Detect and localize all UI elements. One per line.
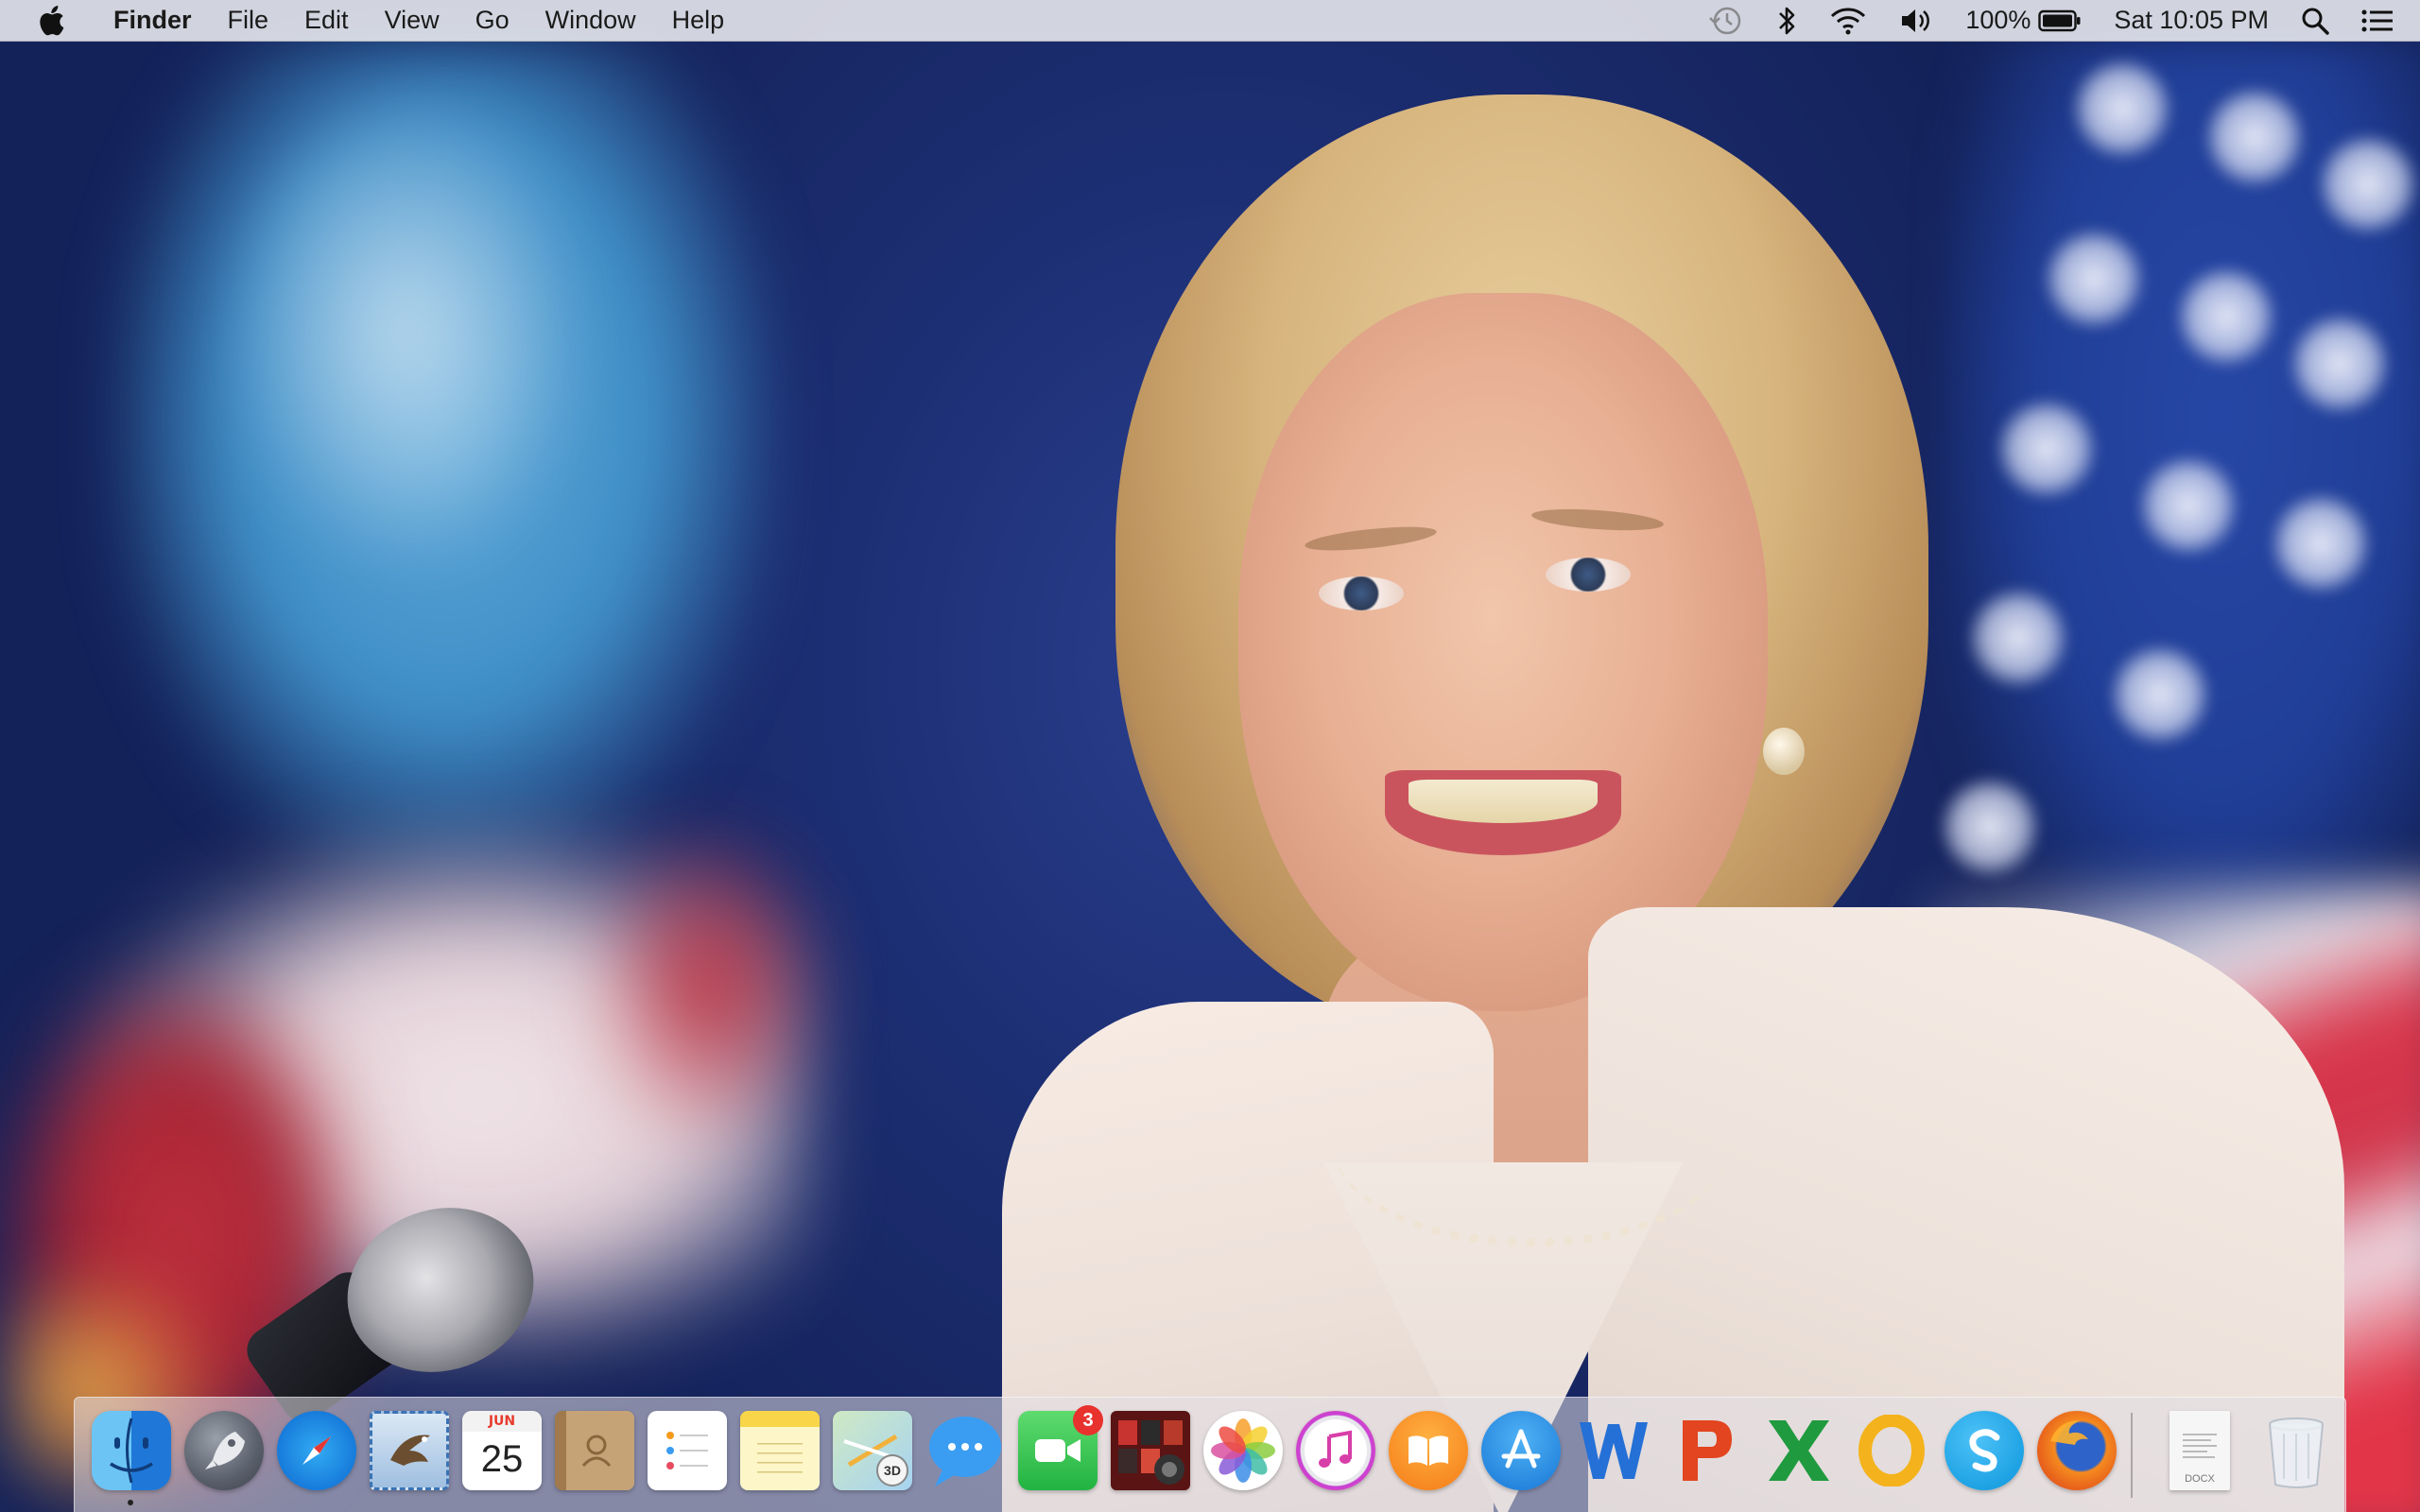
firefox-icon[interactable] [2037, 1411, 2117, 1490]
messages-icon[interactable] [925, 1411, 1005, 1490]
wallpaper-star [2203, 85, 2307, 189]
wallpaper-star [2316, 132, 2420, 236]
powerpoint-icon[interactable] [1667, 1411, 1746, 1490]
wallpaper-person-earring [1763, 728, 1805, 775]
wallpaper-person-teeth [1409, 780, 1598, 823]
maps-3d-label: 3D [876, 1454, 908, 1486]
word-icon[interactable] [1574, 1411, 1653, 1490]
wallpaper-star [1966, 586, 2070, 690]
spotlight-search-icon[interactable] [2301, 7, 2329, 35]
wallpaper-person-eye [1319, 576, 1404, 610]
battery-icon[interactable] [2038, 9, 2082, 32]
wallpaper-star [2269, 491, 2373, 595]
trash-icon[interactable] [2256, 1411, 2336, 1490]
menu-bar-status: 100% Sat 10:05 PM [1676, 5, 2394, 37]
maps-icon[interactable]: 3D [833, 1411, 912, 1490]
ibooks-icon[interactable] [1389, 1411, 1468, 1490]
docx-label: DOCX [2185, 1473, 2215, 1485]
wallpaper-star [2108, 643, 2212, 747]
menu-clock[interactable]: Sat 10:05 PM [2114, 6, 2269, 35]
contacts-icon[interactable] [555, 1411, 634, 1490]
docx-file-icon[interactable]: DOCX [2169, 1411, 2230, 1490]
photos-icon[interactable] [1203, 1411, 1283, 1490]
battery-percent[interactable]: 100% [1965, 6, 2031, 35]
mail-icon[interactable] [370, 1411, 449, 1490]
volume-icon[interactable] [1899, 7, 1933, 35]
menu-file[interactable]: File [228, 6, 269, 35]
dock-separator [2131, 1413, 2133, 1498]
wallpaper-star [2070, 57, 2174, 161]
apple-icon[interactable] [38, 5, 64, 36]
menu-bar: Finder File Edit View Go Window Help 100… [0, 0, 2420, 42]
wallpaper-person-eye [1546, 558, 1631, 592]
wallpaper-flag-red-2 [586, 813, 832, 1153]
menu-app-finder[interactable]: Finder [113, 6, 192, 35]
wallpaper-person-face [1238, 293, 1768, 1011]
launchpad-icon[interactable] [184, 1411, 264, 1490]
wallpaper-star [2174, 265, 2278, 369]
menu-bar-left: Finder File Edit View Go Window Help [38, 5, 760, 36]
app-store-icon[interactable] [1481, 1411, 1561, 1490]
photo-booth-icon[interactable] [1111, 1411, 1190, 1490]
facetime-icon[interactable]: 3 [1018, 1405, 1103, 1490]
menu-window[interactable]: Window [545, 6, 636, 35]
itunes-icon[interactable] [1296, 1411, 1375, 1490]
finder-icon[interactable] [92, 1411, 171, 1490]
facetime-badge: 3 [1073, 1405, 1103, 1435]
dock: JUN 25 3D 3 DOCX [74, 1397, 2346, 1512]
safari-icon[interactable] [277, 1411, 356, 1490]
running-indicator [128, 1500, 133, 1505]
menu-view[interactable]: View [385, 6, 440, 35]
calendar-icon[interactable]: JUN 25 [462, 1411, 542, 1490]
wallpaper-flag-emblem [208, 66, 605, 595]
menu-go[interactable]: Go [475, 6, 510, 35]
bluetooth-icon[interactable] [1776, 5, 1797, 37]
wallpaper-star [2288, 312, 2392, 416]
menu-help[interactable]: Help [672, 6, 725, 35]
wifi-icon[interactable] [1829, 7, 1867, 35]
notes-icon[interactable] [740, 1411, 820, 1490]
time-machine-icon[interactable] [1708, 5, 1744, 37]
skype-icon[interactable] [1945, 1411, 2024, 1490]
menu-edit[interactable]: Edit [304, 6, 349, 35]
excel-icon[interactable] [1759, 1411, 1839, 1490]
desktop-wallpaper [0, 0, 2420, 1512]
wallpaper-person-necklace [1333, 1040, 1730, 1247]
wallpaper-star [2136, 454, 2240, 558]
wallpaper-star [1995, 397, 2099, 501]
reminders-icon[interactable] [648, 1411, 727, 1490]
wallpaper-star [2042, 227, 2146, 331]
wallpaper-star [1938, 775, 2042, 879]
notification-center-icon[interactable] [2361, 9, 2394, 33]
calendar-month: JUN [462, 1411, 542, 1432]
calendar-day: 25 [480, 1438, 524, 1480]
outlook-icon[interactable] [1852, 1411, 1931, 1490]
